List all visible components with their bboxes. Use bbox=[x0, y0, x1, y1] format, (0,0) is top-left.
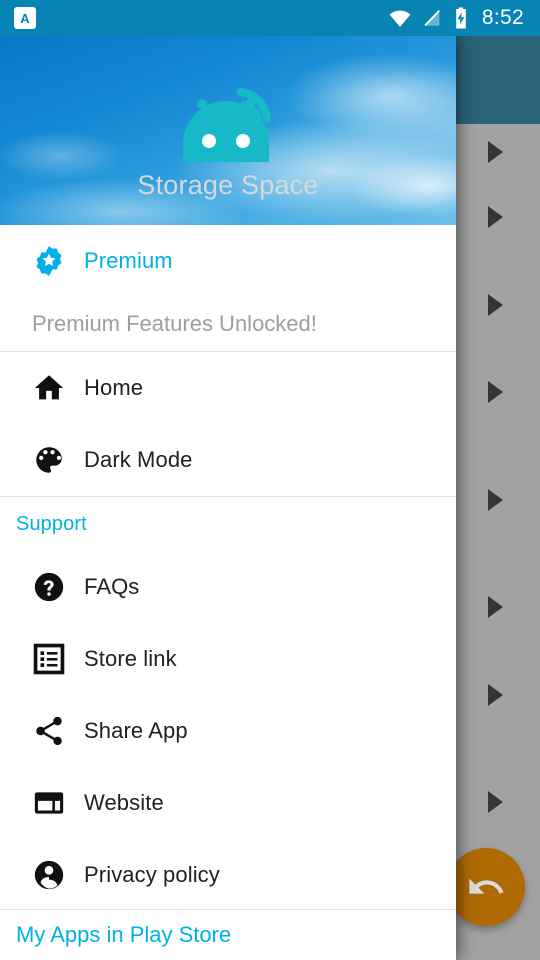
drawer-item-label: Premium bbox=[84, 248, 173, 273]
premium-badge-star-icon bbox=[16, 244, 84, 278]
android-wifi-robot-icon bbox=[0, 58, 456, 166]
section-title-support: Support bbox=[16, 512, 87, 535]
status-bar-clock: 8:52 bbox=[481, 6, 524, 29]
drawer-item-label: FAQs bbox=[84, 574, 140, 599]
premium-section: Premium Premium Features Unlocked! bbox=[0, 225, 456, 351]
status-bar: A 8:52 bbox=[0, 0, 540, 36]
drawer-item-home[interactable]: Home bbox=[0, 352, 456, 424]
drawer-item-label: Store link bbox=[84, 646, 177, 671]
drawer-item-label: Home bbox=[84, 375, 144, 400]
undo-fab-button[interactable] bbox=[447, 848, 525, 926]
drawer-item-dark-mode[interactable]: Dark Mode bbox=[0, 424, 456, 496]
signal-off-icon bbox=[421, 7, 443, 29]
drawer-item-my-apps-in-play-store[interactable]: My Apps in Play Store bbox=[0, 910, 456, 960]
share-icon bbox=[16, 714, 84, 748]
drawer-item-store-link[interactable]: Store link bbox=[0, 623, 456, 695]
wifi-icon bbox=[388, 6, 412, 30]
drawer-header: Storage Space bbox=[0, 36, 456, 225]
web-page-icon bbox=[16, 786, 84, 820]
drawer-item-label: Privacy policy bbox=[84, 862, 220, 887]
drawer-support-items: FAQs Store link Share App Website Privac… bbox=[0, 551, 456, 911]
status-bar-system-icons: 8:52 bbox=[388, 6, 540, 30]
drawer-item-label: Share App bbox=[84, 718, 188, 743]
drawer-item-premium[interactable]: Premium bbox=[0, 225, 456, 297]
drawer-item-label: Website bbox=[84, 790, 164, 815]
home-icon bbox=[16, 371, 84, 405]
premium-subtitle: Premium Features Unlocked! bbox=[32, 311, 317, 336]
drawer-item-privacy-policy[interactable]: Privacy policy bbox=[0, 839, 456, 911]
help-circle-icon bbox=[16, 570, 84, 604]
drawer-app-title: Storage Space bbox=[137, 170, 319, 200]
store-list-icon bbox=[16, 642, 84, 676]
undo-arrow-icon bbox=[466, 867, 506, 907]
status-bar-notifications: A bbox=[0, 7, 36, 29]
drawer-main-items: Home Dark Mode bbox=[0, 352, 456, 496]
battery-charging-icon bbox=[452, 6, 470, 30]
drawer-item-faqs[interactable]: FAQs bbox=[0, 551, 456, 623]
navigation-drawer: Storage Space Premium Premium Features U… bbox=[0, 36, 456, 960]
drawer-footer: My Apps in Play Store bbox=[0, 909, 456, 960]
drawer-item-label: Dark Mode bbox=[84, 447, 193, 472]
notification-letter: A bbox=[20, 10, 30, 26]
app-letter-a-icon: A bbox=[14, 7, 36, 29]
drawer-item-website[interactable]: Website bbox=[0, 767, 456, 839]
account-circle-icon bbox=[16, 858, 84, 892]
drawer-item-share-app[interactable]: Share App bbox=[0, 695, 456, 767]
palette-icon bbox=[16, 443, 84, 477]
